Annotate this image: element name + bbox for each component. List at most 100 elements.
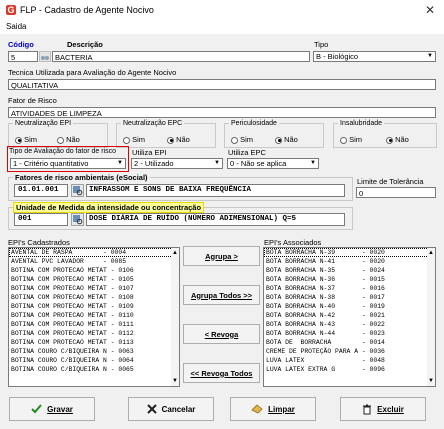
revoga-todos-button[interactable]: << Revoga Todos — [183, 363, 260, 383]
tecnica-input[interactable]: QUALITATIVA — [8, 79, 436, 90]
list-item[interactable]: BOTINA COURO C/BIQUEIRA N - 0064 — [9, 356, 179, 365]
limpar-button[interactable]: Limpar — [230, 397, 316, 421]
limite-tolerancia-label: Limite de Tolerância — [357, 177, 424, 186]
neutralizacao-epi-sim[interactable]: Sim — [15, 135, 37, 144]
list-item[interactable]: BOTA BORRACHA N-41 - 0020 — [264, 257, 435, 266]
chevron-down-icon: ▼ — [310, 160, 316, 166]
tipo-value: B - Biológico — [316, 52, 359, 61]
agrupa-button[interactable]: Agrupa > — [183, 246, 260, 266]
descricao-label: Descrição — [67, 40, 103, 49]
menu-saida[interactable]: Saida — [6, 22, 26, 31]
chevron-down-icon: ▼ — [214, 160, 220, 166]
list-item[interactable]: BOTA BORRACHA N-35 - 0024 — [264, 266, 435, 275]
excluir-button[interactable]: Excluir — [340, 397, 426, 421]
gravar-button[interactable]: Gravar — [9, 397, 95, 421]
scrollbar[interactable]: ▲ ▼ — [171, 248, 179, 386]
list-item[interactable]: BOTA BORRACHA N-36 - 0015 — [264, 275, 435, 284]
list-item[interactable]: BOTINA COM PROTECAO METAT - 0106 — [9, 266, 179, 275]
cancelar-button[interactable]: Cancelar — [128, 397, 214, 421]
epis-associados-label: EPI's Associados — [264, 238, 322, 247]
list-item[interactable]: BOTINA COM PROTECAO METAT - 0111 — [9, 320, 179, 329]
tecnica-label: Tecnica Utilizada para Avaliação do Agen… — [8, 68, 177, 77]
utiliza-epi-select[interactable]: 2 - Utilizado ▼ — [131, 158, 223, 169]
list-item[interactable]: BOTINA COM PROTECAO METAT - 0108 — [9, 293, 179, 302]
codigo-lookup-button[interactable] — [39, 51, 51, 62]
list-item[interactable]: BOTA BORRACHA N-40 - 0019 — [264, 302, 435, 311]
list-item[interactable]: BOTINA COM PROTECAO METAT - 0107 — [9, 284, 179, 293]
eraser-icon — [251, 404, 263, 414]
chevron-down-icon: ▼ — [428, 378, 434, 384]
unidade-codigo-input[interactable]: 001 — [14, 213, 68, 226]
unidade-lookup-button[interactable] — [71, 213, 84, 226]
fator-risco-input[interactable]: ATIVIDADES DE LIMPEZA — [8, 107, 436, 118]
list-item[interactable]: AVENTAL PVC LAVADOR - 0085 — [9, 257, 179, 266]
list-item[interactable]: BOTINA COM PROTECAO METAT - 0110 — [9, 311, 179, 320]
list-item[interactable]: BOTA DE BORRACHA - 0014 — [264, 338, 435, 347]
descricao-input[interactable]: BACTERIA — [52, 51, 310, 62]
limite-tolerancia-input[interactable]: 0 — [356, 187, 436, 198]
close-icon[interactable]: ✕ — [425, 3, 435, 17]
scrollbar[interactable]: ▲ ▼ — [427, 248, 435, 386]
tipo-avaliacao-label: Tipo de Avaliação do fator de risco — [9, 148, 117, 155]
list-item[interactable]: BOTA BORRACHA N-43 - 0022 — [264, 320, 435, 329]
epis-associados-items: BOTA BORRACHA N-39 - 0020 BOTA BORRACHA N… — [264, 248, 435, 374]
binoculars-icon — [41, 56, 49, 60]
chevron-down-icon: ▼ — [172, 378, 178, 384]
utiliza-epc-select[interactable]: 0 - Não se aplica ▼ — [227, 158, 319, 169]
window-title: FLP - Cadastro de Agente Nocivo — [20, 5, 154, 15]
list-item[interactable]: CREME DE PROTEÇÃO PARA A - 0036 — [264, 347, 435, 356]
agrupa-todos-button[interactable]: Agrupa Todos >> — [183, 285, 260, 305]
neutralizacao-epc-nao[interactable]: Não — [167, 135, 190, 144]
neutralizacao-epi-group: Neutralização EPI Sim Não — [8, 120, 108, 148]
neutralizacao-epc-sim[interactable]: Sim — [123, 135, 145, 144]
radio-icon — [123, 136, 130, 144]
list-item[interactable]: BOTA BORRACHA N-38 - 0017 — [264, 293, 435, 302]
neutralizacao-epi-nao[interactable]: Não — [57, 135, 80, 144]
insalubridade-nao[interactable]: Não — [386, 135, 409, 144]
epis-cadastrados-list[interactable]: AVENTAL DE RASPA - 0004 AVENTAL PVC LAVAD… — [8, 247, 180, 387]
chevron-down-icon: ▼ — [117, 160, 123, 166]
list-item[interactable]: BOTINA COURO C/BIQUEIRA N - 0063 — [9, 347, 179, 356]
utiliza-epc-label: Utiliza EPC — [228, 148, 266, 157]
menu-bar — [0, 20, 444, 34]
unidade-medida-title: Unidade de Medida da intensidade ou conc… — [13, 202, 205, 213]
list-item[interactable]: BOTINA COM PROTECAO METAT - 0105 — [9, 275, 179, 284]
list-item[interactable]: BOTINA COM PROTECAO METAT - 0109 — [9, 302, 179, 311]
epis-associados-list[interactable]: BOTA BORRACHA N-39 - 0020 BOTA BORRACHA N… — [263, 247, 436, 387]
radio-selected-icon — [275, 136, 282, 144]
chevron-up-icon: ▲ — [428, 250, 434, 256]
tipo-avaliacao-value: 1 - Critério quantitativo — [13, 159, 89, 168]
list-item[interactable]: BOTA BORRACHA N-39 - 0020 — [264, 248, 435, 257]
radio-selected-icon — [15, 136, 22, 144]
list-item[interactable]: AVENTAL DE RASPA - 0004 — [9, 248, 179, 257]
fator-lookup-button[interactable] — [71, 184, 84, 197]
list-item[interactable]: LUVA LATEX - 0048 — [264, 356, 435, 365]
list-item[interactable]: BOTA BORRACHA N-42 - 0021 — [264, 311, 435, 320]
list-item[interactable]: BOTA BORRACHA N-37 - 0016 — [264, 284, 435, 293]
chevron-down-icon: ▼ — [427, 53, 433, 59]
periculosidade-sim[interactable]: Sim — [231, 135, 253, 144]
radio-icon — [57, 136, 64, 144]
fator-risco-label: Fator de Risco — [8, 96, 57, 105]
list-item[interactable]: BOTINA COM PROTECAO METAT - 0112 — [9, 329, 179, 338]
chevron-up-icon: ▲ — [172, 250, 178, 256]
periculosidade-title: Periculosidade — [231, 120, 277, 127]
fator-codigo-input[interactable]: 01.01.001 — [14, 184, 68, 197]
codigo-input[interactable]: 5 — [8, 51, 38, 62]
radio-icon — [231, 136, 238, 144]
list-item[interactable]: BOTA BORRACHA N-44 - 0023 — [264, 329, 435, 338]
codigo-label: Código — [8, 40, 34, 49]
revoga-button[interactable]: < Revoga — [183, 324, 260, 344]
insalubridade-sim[interactable]: Sim — [340, 135, 362, 144]
list-item[interactable]: BOTINA COM PROTECAO METAT - 0113 — [9, 338, 179, 347]
tipo-avaliacao-select[interactable]: 1 - Critério quantitativo ▼ — [10, 158, 126, 169]
utiliza-epc-value: 0 - Não se aplica — [230, 159, 287, 168]
list-item[interactable]: BOTINA COURO C/BIQUEIRA N - 0065 — [9, 365, 179, 374]
fator-descricao: INFRASSOM E SONS DE BAIXA FREQUÊNCIA — [86, 184, 345, 197]
list-item[interactable]: LUVA LATEX EXTRA G - 0096 — [264, 365, 435, 374]
app-icon: G — [6, 5, 16, 15]
insalubridade-group: Insalubridade Sim Não — [333, 120, 437, 148]
tipo-select[interactable]: B - Biológico ▼ — [313, 51, 436, 62]
epis-cadastrados-items: AVENTAL DE RASPA - 0004 AVENTAL PVC LAVAD… — [9, 248, 179, 374]
periculosidade-nao[interactable]: Não — [275, 135, 298, 144]
